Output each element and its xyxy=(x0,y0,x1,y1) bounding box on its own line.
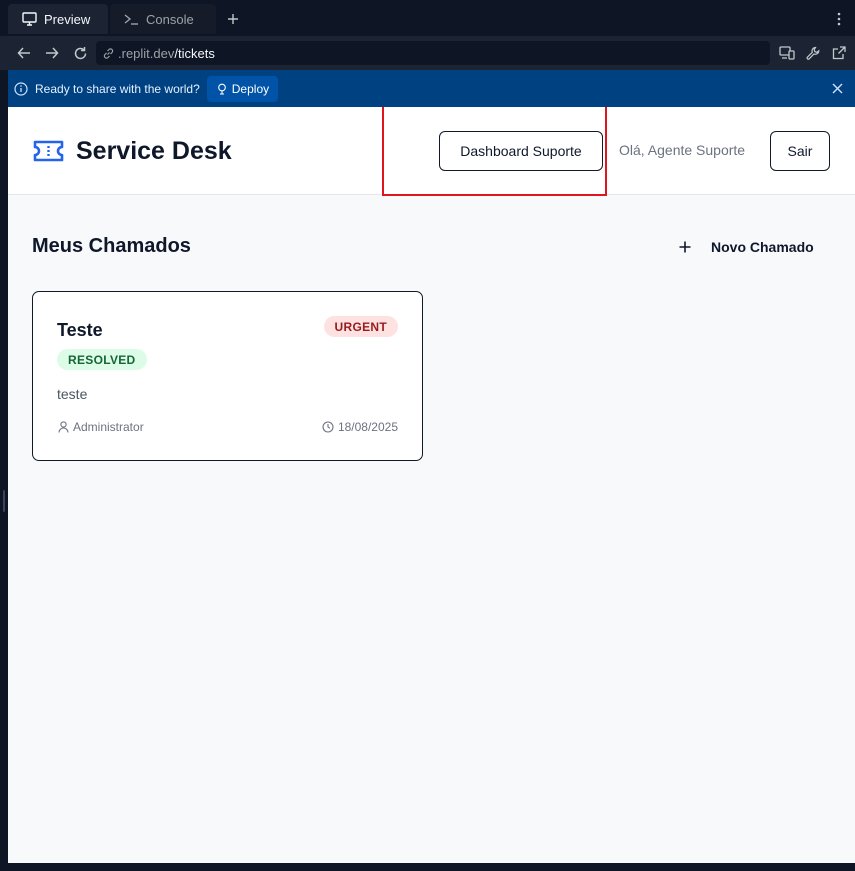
resize-handle[interactable] xyxy=(3,490,5,512)
left-gutter xyxy=(0,70,8,871)
devtools-button[interactable] xyxy=(804,44,822,62)
deploy-icon xyxy=(216,83,228,95)
monitor-icon xyxy=(22,12,37,26)
ticket-description: teste xyxy=(57,386,88,402)
tab-console[interactable]: Console xyxy=(110,4,216,34)
terminal-icon xyxy=(124,13,139,25)
logout-button[interactable]: Sair xyxy=(770,131,830,171)
forward-button[interactable] xyxy=(42,43,62,63)
tab-preview[interactable]: Preview xyxy=(8,4,108,34)
link-icon xyxy=(102,47,115,60)
user-icon xyxy=(57,421,70,434)
deploy-message: Ready to share with the world? xyxy=(35,81,200,96)
clock-icon xyxy=(322,421,335,434)
author-name: Administrator xyxy=(73,420,144,434)
close-banner-button[interactable] xyxy=(829,80,845,96)
new-ticket-button[interactable]: Novo Chamado xyxy=(677,235,814,259)
devices-icon xyxy=(779,46,795,60)
ticket-date: 18/08/2025 xyxy=(322,420,398,434)
ticket-author: Administrator xyxy=(57,420,144,434)
user-greeting: Olá, Agente Suporte xyxy=(619,142,746,158)
more-options-button[interactable] xyxy=(833,8,845,30)
url-domain: .replit.dev xyxy=(118,45,175,61)
arrow-right-icon xyxy=(46,47,59,59)
page-title: Meus Chamados xyxy=(32,235,191,257)
date-text: 18/08/2025 xyxy=(337,420,398,434)
plus-icon xyxy=(677,239,693,255)
deploy-banner: Ready to share with the world? Deploy xyxy=(8,70,855,107)
devices-button[interactable] xyxy=(778,44,796,62)
brand[interactable]: Service Desk xyxy=(32,135,232,167)
status-badge: RESOLVED xyxy=(57,349,147,370)
highlight-box xyxy=(382,107,607,196)
info-icon xyxy=(14,81,28,96)
tab-label: Preview xyxy=(44,11,91,27)
deploy-button-label: Deploy xyxy=(231,81,270,96)
tab-bar: Preview Console xyxy=(0,0,855,36)
wrench-icon xyxy=(806,46,819,60)
plus-icon xyxy=(228,14,238,24)
kebab-menu-icon xyxy=(837,12,841,26)
priority-badge: URGENT xyxy=(323,316,398,337)
ticket-title: Teste xyxy=(57,320,103,340)
add-tab-button[interactable] xyxy=(222,8,244,30)
url-path: /tickets xyxy=(174,45,215,61)
ticket-icon xyxy=(32,135,64,167)
open-new-tab-button[interactable] xyxy=(830,44,848,62)
tab-label: Console xyxy=(146,11,194,27)
new-ticket-label: Novo Chamado xyxy=(711,239,814,255)
arrow-left-icon xyxy=(17,47,30,59)
close-icon xyxy=(832,83,842,93)
back-button[interactable] xyxy=(14,43,34,63)
deploy-button[interactable]: Deploy xyxy=(206,75,279,102)
url-bar: .replit.dev/tickets xyxy=(0,36,855,70)
ticket-card[interactable]: Teste URGENT RESOLVED teste Administrato… xyxy=(32,291,423,461)
reload-icon xyxy=(74,46,86,59)
url-input[interactable]: .replit.dev/tickets xyxy=(96,41,770,65)
app-title: Service Desk xyxy=(76,136,232,165)
reload-button[interactable] xyxy=(70,43,90,63)
external-link-icon xyxy=(832,46,846,60)
app-viewport: Service Desk Dashboard Suporte Olá, Agen… xyxy=(8,107,855,863)
